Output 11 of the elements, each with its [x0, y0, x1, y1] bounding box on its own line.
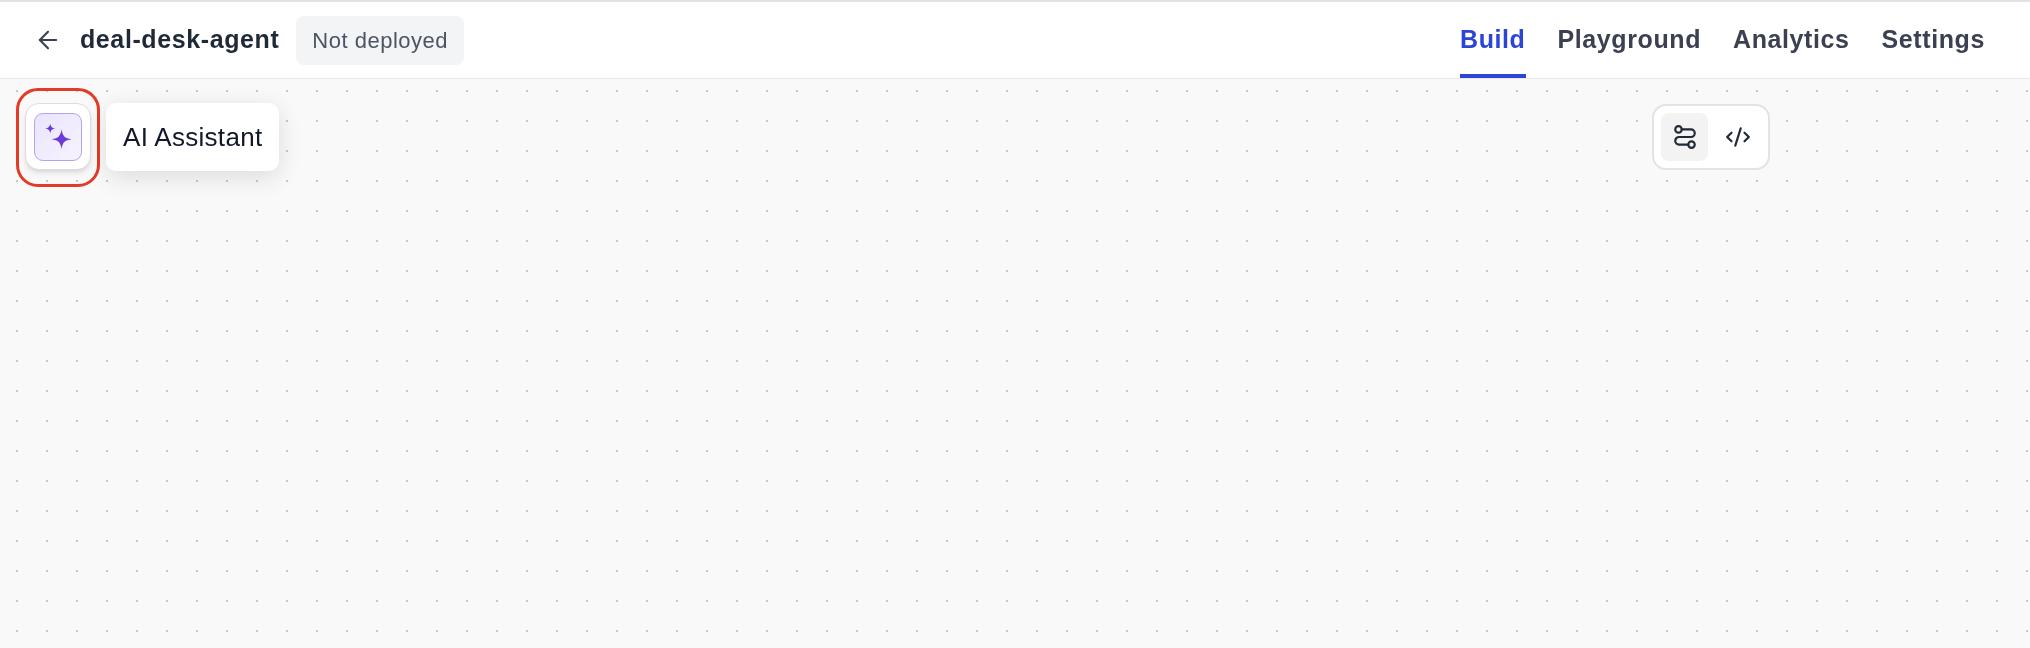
- agent-title: deal-desk-agent: [80, 24, 280, 56]
- view-toggle-button[interactable]: [1661, 113, 1708, 161]
- ai-assistant-button[interactable]: [25, 103, 91, 170]
- code-icon: [1724, 124, 1751, 150]
- sparkles-icon: [34, 112, 82, 161]
- nav-tab[interactable]: Analytics: [1733, 2, 1850, 78]
- nav-tab[interactable]: Settings: [1881, 2, 1985, 78]
- nav-tab[interactable]: Playground: [1557, 2, 1701, 78]
- status-badge: Not deployed: [296, 15, 464, 65]
- tooltip: AI Assistant: [106, 103, 280, 171]
- route-icon: [1671, 124, 1698, 150]
